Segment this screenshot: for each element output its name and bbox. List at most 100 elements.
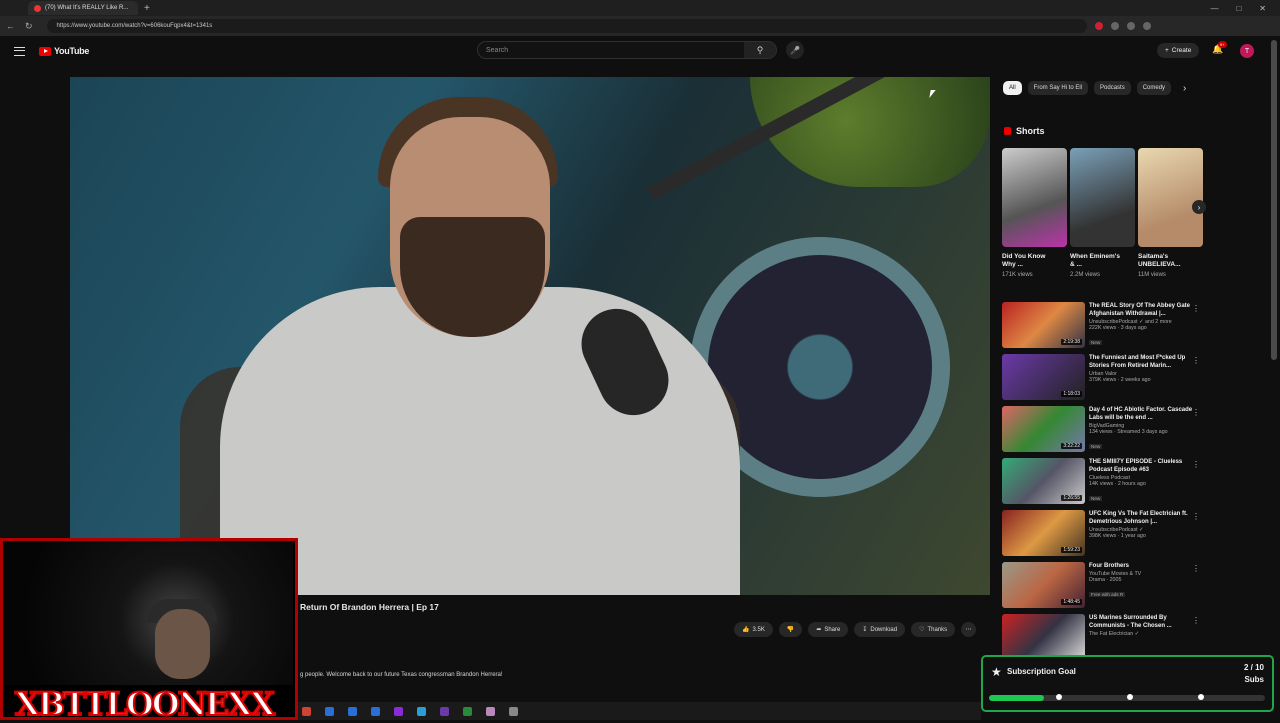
short-views: 2.2M views <box>1070 271 1101 278</box>
nav-buttons: ← ↻ <box>6 21 33 32</box>
list-item[interactable]: 1:59:23 UFC King Vs The Fat Electrician … <box>1002 510 1202 562</box>
video-thumbnail[interactable]: 1:59:23 <box>1002 510 1085 556</box>
app-icon[interactable] <box>463 706 472 716</box>
app-icon[interactable] <box>325 706 334 716</box>
app-icon[interactable] <box>394 706 403 716</box>
more-options-icon[interactable]: ⋮ <box>1192 460 1200 469</box>
duration-badge: 1:26:55 <box>1061 495 1082 501</box>
extension-icon[interactable] <box>1126 22 1135 30</box>
maximize-icon[interactable]: □ <box>1236 4 1241 13</box>
browser-tab[interactable]: (70) What It's REALLY Like R... <box>28 1 138 15</box>
rec-badge: Free with ads R <box>1089 592 1126 598</box>
rec-badge: New <box>1089 444 1103 450</box>
short-views: 11M views <box>1138 271 1166 278</box>
video-player[interactable] <box>70 77 990 595</box>
app-icon[interactable] <box>440 706 449 716</box>
download-button[interactable]: ↧ Download <box>854 622 906 637</box>
avatar[interactable]: T <box>1240 44 1254 58</box>
create-label: Create <box>1171 47 1192 54</box>
short-views: 171K views <box>1002 271 1033 278</box>
rec-meta: Drama · 2005 <box>1089 577 1122 584</box>
list-item[interactable]: 2:19:38 The REAL Story Of The Abbey Gate… <box>1002 302 1202 354</box>
download-label: Download <box>870 626 898 633</box>
chip-comedy[interactable]: Comedy <box>1136 81 1172 95</box>
window-controls: — □ ✕ <box>1210 4 1280 13</box>
more-options-icon[interactable]: ⋮ <box>1192 304 1200 313</box>
hamburger-menu-icon[interactable] <box>14 46 25 56</box>
back-icon[interactable]: ← <box>6 21 15 32</box>
video-thumbnail[interactable]: 2:19:38 <box>1002 302 1085 348</box>
rec-badge: New <box>1089 496 1103 502</box>
short-thumbnail[interactable] <box>1070 148 1135 247</box>
video-actions: 👍 3.5K 👎 ➦ Share ↧ Download ♡ Thanks ⋯ <box>734 622 977 637</box>
chip-podcasts[interactable]: Podcasts <box>1094 81 1131 95</box>
thanks-button[interactable]: ♡ Thanks <box>911 622 956 637</box>
url-field[interactable]: https://www.youtube.com/watch?v=606kouFq… <box>46 19 1087 33</box>
url-text: https://www.youtube.com/watch?v=606kouFq… <box>56 23 213 29</box>
search-icon[interactable]: ⚲ <box>744 42 776 58</box>
extension-icon[interactable] <box>1094 22 1103 30</box>
video-description[interactable]: g people. Welcome back to our future Tex… <box>300 672 503 678</box>
short-item[interactable]: Saitama's UNBELIEVA... 11M views <box>1138 148 1203 278</box>
app-icon[interactable] <box>417 706 426 716</box>
video-thumbnail[interactable]: 1:26:55 <box>1002 458 1085 504</box>
app-icon[interactable] <box>302 706 311 716</box>
list-item[interactable]: 1:18:03 The Funniest and Most F*cked Up … <box>1002 354 1202 406</box>
duration-badge: 1:18:03 <box>1061 391 1082 397</box>
youtube-favicon-icon <box>34 4 41 12</box>
webcam-person-face <box>155 609 210 679</box>
short-item[interactable]: When Eminem's & ... 2.2M views <box>1070 148 1135 278</box>
shorts-next-icon[interactable]: › <box>1192 200 1206 214</box>
goal-marker <box>1127 694 1133 700</box>
youtube-logo[interactable]: YouTube <box>39 46 89 56</box>
settings-icon[interactable] <box>509 706 518 716</box>
app-icon[interactable] <box>371 706 380 716</box>
more-options-icon[interactable]: ⋮ <box>1192 356 1200 365</box>
minimize-icon[interactable]: — <box>1210 4 1218 13</box>
goal-unit: Subs <box>1244 675 1264 684</box>
video-thumbnail[interactable] <box>1002 614 1085 660</box>
reload-icon[interactable]: ↻ <box>25 21 33 32</box>
rec-title: THE SMIII7Y EPISODE - Clueless Podcast E… <box>1089 459 1183 474</box>
rec-title: UFC King Vs The Fat Electrician ft. Deme… <box>1089 511 1188 526</box>
chevron-right-icon[interactable]: › <box>1183 83 1186 94</box>
extension-icon[interactable] <box>1110 22 1119 30</box>
short-item[interactable]: Did You Know Why ... 171K views <box>1002 148 1067 278</box>
dislike-button[interactable]: 👎 <box>778 622 803 637</box>
share-button[interactable]: ➦ Share <box>808 622 849 637</box>
video-thumbnail[interactable]: 1:48:45 <box>1002 562 1085 608</box>
list-item[interactable]: 1:48:45 Four Brothers YouTube Movies & T… <box>1002 562 1202 614</box>
short-thumbnail[interactable] <box>1138 148 1203 247</box>
plus-icon: + <box>1165 47 1169 54</box>
close-window-icon[interactable]: ✕ <box>1259 4 1266 13</box>
short-thumbnail[interactable] <box>1002 148 1067 247</box>
more-actions-icon[interactable]: ⋯ <box>961 622 977 637</box>
notifications-bell-icon[interactable]: 🔔 9+ <box>1212 41 1227 55</box>
list-item[interactable]: 1:26:55 THE SMIII7Y EPISODE - Clueless P… <box>1002 458 1202 510</box>
goal-marker <box>1198 694 1204 700</box>
short-title: Did You Know Why ... <box>1002 253 1046 269</box>
video-thumbnail[interactable]: 3:22:22 <box>1002 406 1085 452</box>
chip-all[interactable]: All <box>1003 81 1022 95</box>
scrollbar[interactable] <box>1271 40 1277 360</box>
chip-from-channel[interactable]: From Say Hi to Ell <box>1027 81 1089 95</box>
video-title: Return Of Brandon Herrera | Ep 17 <box>300 602 439 612</box>
create-button[interactable]: + Create <box>1157 43 1200 58</box>
microphone-icon[interactable]: 🎤 <box>786 41 804 59</box>
video-thumbnail[interactable]: 1:18:03 <box>1002 354 1085 400</box>
search-input[interactable]: Search ⚲ <box>477 41 777 59</box>
like-button[interactable]: 👍 3.5K <box>734 622 773 637</box>
goal-count: 2 / 10 <box>1243 663 1264 672</box>
rec-title: The Funniest and Most F*cked Up Stories … <box>1089 355 1186 370</box>
thumbs-up-icon: 👍 <box>742 627 750 633</box>
list-item[interactable]: 3:22:22 Day 4 of HC Abiotic Factor. Casc… <box>1002 406 1202 458</box>
more-options-icon[interactable]: ⋮ <box>1192 616 1200 625</box>
new-tab-icon[interactable]: + <box>144 3 150 14</box>
profile-icon[interactable] <box>1142 22 1151 30</box>
app-icon[interactable] <box>486 706 495 716</box>
streamer-name: XBTTLOONEXX <box>14 684 276 723</box>
more-options-icon[interactable]: ⋮ <box>1192 512 1200 521</box>
more-options-icon[interactable]: ⋮ <box>1192 408 1200 417</box>
app-icon[interactable] <box>348 706 357 716</box>
more-options-icon[interactable]: ⋮ <box>1192 564 1200 573</box>
